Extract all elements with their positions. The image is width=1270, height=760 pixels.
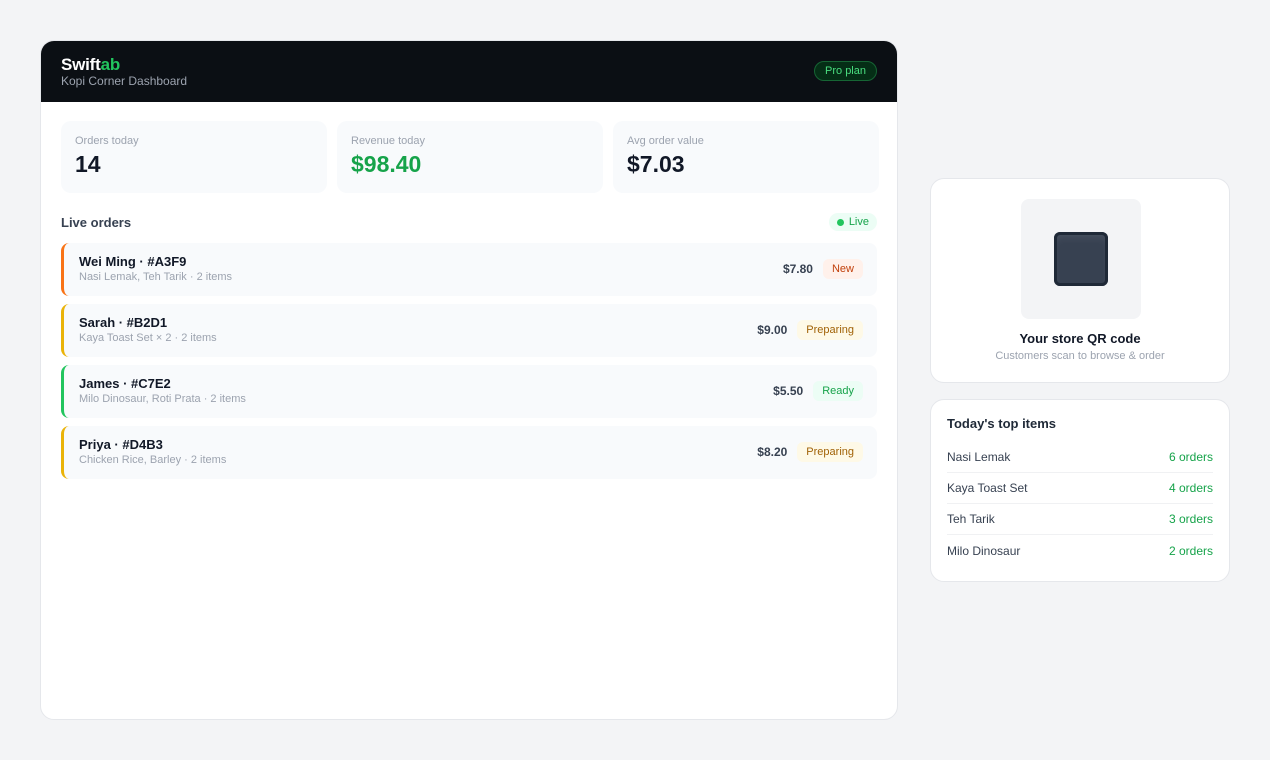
order-customer: James · #C7E2 — [79, 376, 171, 391]
top-items-card: Today's top items Nasi Lemak 6 orders Ka… — [930, 399, 1230, 582]
order-row[interactable]: James · #C7E2 Milo Dinosaur, Roti Prata … — [61, 365, 877, 418]
order-status-badge[interactable]: Preparing — [797, 442, 863, 462]
order-meta: $7.80 New — [783, 259, 863, 279]
order-meta: $8.20 Preparing — [757, 442, 863, 462]
order-meta: $9.00 Preparing — [757, 320, 863, 340]
order-status-badge[interactable]: New — [822, 259, 863, 279]
top-item-row: Kaya Toast Set 4 orders — [947, 473, 1213, 504]
brand-accent: ab — [100, 55, 121, 74]
order-items: Kaya Toast Set × 2 · 2 items — [79, 332, 217, 344]
order-items: Nasi Lemak, Teh Tarik · 2 items — [79, 271, 233, 283]
stat-value: $98.40 — [351, 151, 422, 177]
top-item-count: 2 orders — [1168, 543, 1213, 558]
order-customer: Sarah · #B2D1 — [79, 315, 168, 330]
stat-label: Orders today — [75, 135, 139, 147]
stat-orders-today: Orders today 14 — [61, 121, 327, 193]
order-row[interactable]: Priya · #D4B3 Chicken Rice, Barley · 2 i… — [61, 426, 877, 479]
stat-value: 14 — [75, 151, 101, 177]
live-orders-header: Live orders Live — [61, 213, 877, 233]
live-dot-icon — [836, 218, 844, 226]
orders-list: Wei Ming · #A3F9 Nasi Lemak, Teh Tarik ·… — [61, 243, 877, 487]
dashboard-panel: Swiftab Kopi Corner Dashboard Pro plan O… — [40, 40, 898, 720]
order-meta: $5.50 Ready — [773, 381, 863, 401]
top-item-name: Teh Tarik — [947, 512, 995, 526]
order-price: $5.50 — [773, 384, 804, 398]
order-customer: Priya · #D4B3 — [79, 437, 163, 452]
top-items-title: Today's top items — [947, 416, 1057, 431]
top-item-name: Nasi Lemak — [947, 450, 1011, 464]
stat-label: Revenue today — [351, 135, 425, 147]
stat-avg-order-value: Avg order value $7.03 — [613, 121, 879, 193]
qr-code-box[interactable] — [1021, 199, 1141, 319]
top-item-count: 4 orders — [1168, 481, 1213, 495]
live-badge: Live — [828, 213, 877, 231]
top-item-name: Kaya Toast Set — [947, 481, 1028, 495]
top-item-row: Teh Tarik 3 orders — [947, 504, 1213, 535]
order-price: $7.80 — [782, 262, 813, 276]
order-items: Chicken Rice, Barley · 2 items — [79, 454, 227, 466]
qr-title: Your store QR code — [1019, 331, 1141, 346]
top-item-row: Nasi Lemak 6 orders — [947, 442, 1213, 473]
live-orders-title: Live orders — [61, 215, 132, 230]
top-item-count: 6 orders — [1168, 450, 1213, 464]
order-customer: Wei Ming · #A3F9 — [79, 254, 187, 269]
order-status-badge[interactable]: Preparing — [797, 320, 863, 340]
stat-label: Avg order value — [627, 135, 704, 147]
stat-value: $7.03 — [627, 151, 685, 177]
qr-card: Your store QR code Customers scan to bro… — [930, 178, 1230, 383]
order-price: $8.20 — [757, 445, 788, 459]
order-row[interactable]: Wei Ming · #A3F9 Nasi Lemak, Teh Tarik ·… — [61, 243, 877, 296]
store-name: Kopi Corner Dashboard — [61, 74, 188, 88]
order-items: Milo Dinosaur, Roti Prata · 2 items — [79, 393, 246, 405]
order-price: $9.00 — [757, 323, 788, 337]
brand-main: Swift — [61, 55, 101, 74]
dashboard-header: Swiftab Kopi Corner Dashboard Pro plan — [41, 41, 897, 102]
stats-row: Orders today 14 Revenue today $98.40 Avg… — [61, 121, 879, 193]
plan-badge[interactable]: Pro plan — [814, 61, 877, 81]
top-item-name: Milo Dinosaur — [947, 543, 1021, 558]
qr-code-icon — [1054, 232, 1108, 286]
top-item-count: 3 orders — [1168, 512, 1213, 526]
stat-revenue-today: Revenue today $98.40 — [337, 121, 603, 193]
live-label: Live — [848, 216, 869, 228]
order-row[interactable]: Sarah · #B2D1 Kaya Toast Set × 2 · 2 ite… — [61, 304, 877, 357]
brand-logo[interactable]: Swiftab — [61, 55, 120, 75]
order-status-badge[interactable]: Ready — [813, 381, 863, 401]
top-item-row: Milo Dinosaur 2 orders — [947, 535, 1213, 566]
qr-subtitle: Customers scan to browse & order — [995, 350, 1165, 362]
